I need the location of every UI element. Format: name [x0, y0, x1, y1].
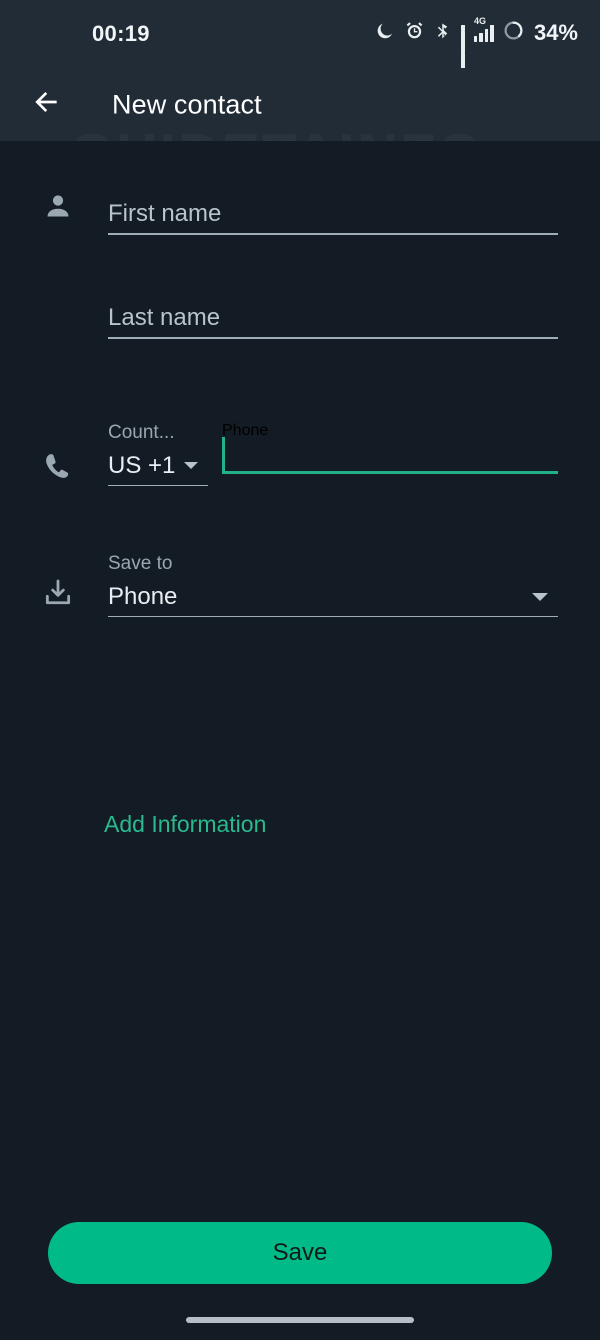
bluetooth-icon [434, 21, 452, 46]
status-bar-icons: 4G 34% [375, 20, 578, 46]
back-button[interactable] [24, 82, 68, 126]
mobile-data-4g-label: 4G [474, 17, 486, 26]
signal-bars-icon [461, 25, 465, 42]
phone-number-label: Phone [222, 422, 558, 440]
last-name-underline [108, 337, 558, 339]
save-button[interactable]: Save [48, 1222, 552, 1284]
last-name-field[interactable]: Last name [108, 299, 558, 339]
save-to-download-icon [38, 573, 78, 613]
save-to-row: Save to Phone [0, 529, 600, 639]
phone-number-field[interactable]: Phone [222, 422, 558, 474]
save-to-underline [108, 616, 558, 618]
phone-icon [38, 446, 78, 486]
arrow-left-icon [30, 86, 62, 123]
mobile-data-4g-icon: 4G [474, 25, 494, 42]
battery-percent-label: 34% [534, 20, 578, 46]
country-code-underline [108, 485, 208, 487]
save-button-label: Save [273, 1239, 328, 1267]
do-not-disturb-moon-icon [375, 21, 395, 46]
home-gesture-handle[interactable] [186, 1317, 414, 1323]
chevron-down-icon [532, 593, 548, 601]
battery-circle-icon [503, 20, 524, 46]
first-name-field[interactable]: First name [108, 195, 558, 235]
save-to-value: Phone [108, 583, 177, 611]
app-bar: GUIDETAINFO New contact [0, 68, 600, 141]
add-information-button[interactable]: Add Information [104, 811, 266, 838]
watermark-text: GUIDETAINFO [70, 126, 485, 141]
alarm-clock-icon [404, 20, 425, 46]
new-contact-form: First name Last name Count... US +1 [0, 141, 600, 639]
first-name-placeholder: First name [108, 195, 558, 233]
last-name-row: Last name [0, 264, 600, 384]
first-name-row: First name [0, 141, 600, 264]
first-name-underline [108, 233, 558, 235]
gesture-bar [0, 1300, 600, 1340]
phone-number-value [222, 440, 558, 471]
country-code-selector[interactable]: Count... US +1 [108, 422, 208, 486]
chevron-down-icon [184, 462, 198, 469]
last-name-placeholder: Last name [108, 299, 558, 337]
text-cursor [222, 437, 225, 471]
status-bar: 00:19 [0, 0, 600, 68]
page-title: New contact [112, 89, 262, 120]
country-code-label: Count... [108, 422, 208, 445]
person-icon [38, 186, 78, 226]
phone-row: Count... US +1 Phone [0, 384, 600, 529]
save-to-dropdown[interactable]: Save to Phone [108, 553, 558, 617]
phone-number-underline [222, 471, 558, 474]
country-code-value: US +1 [108, 452, 175, 480]
save-to-label: Save to [108, 553, 558, 576]
status-bar-clock: 00:19 [92, 21, 150, 47]
mobile-data-bars-icon [474, 25, 494, 42]
phone-screen: 00:19 [0, 0, 600, 1340]
